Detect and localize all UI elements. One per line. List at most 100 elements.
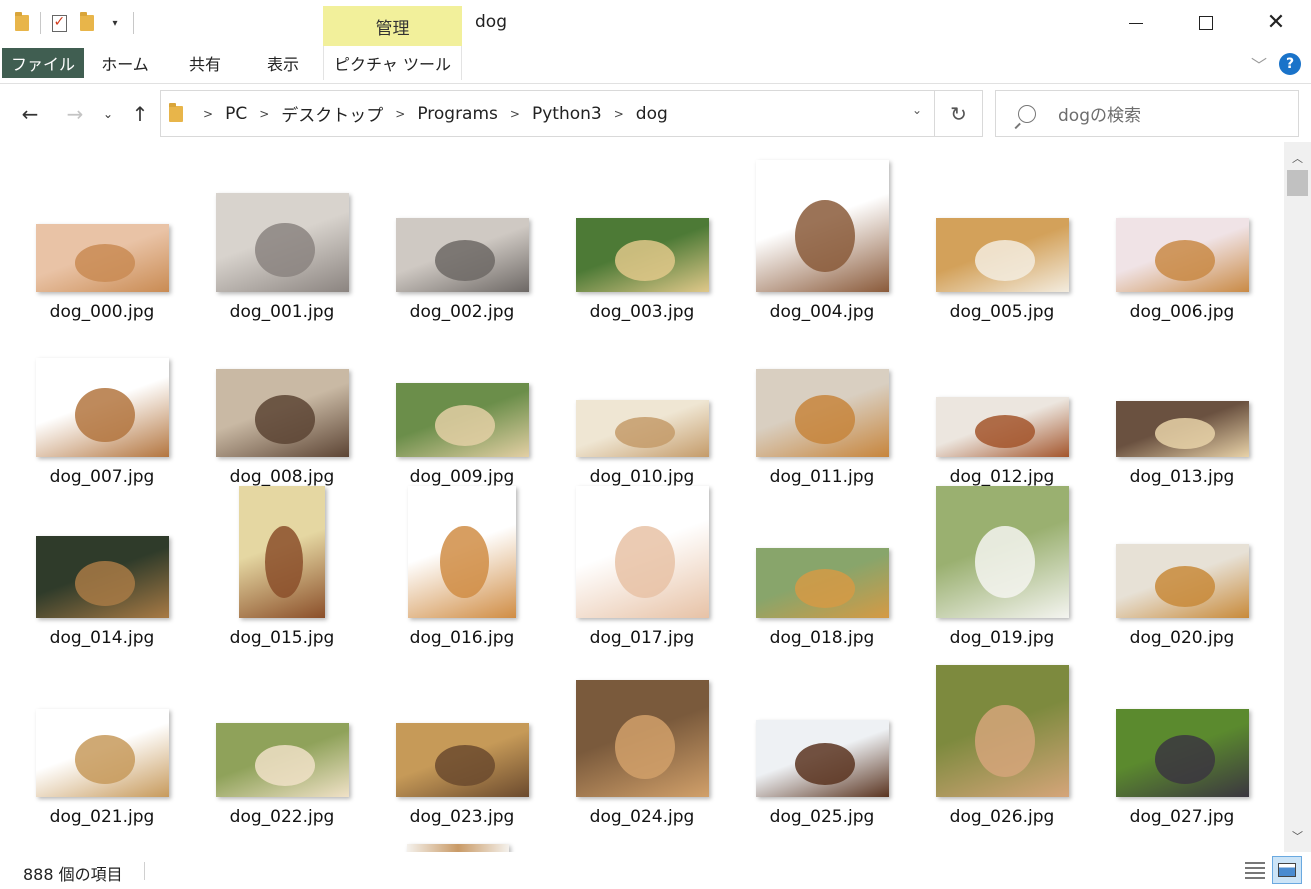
- thumbnail-image: [755, 720, 889, 797]
- breadcrumb-separator-icon[interactable]: >: [510, 107, 520, 121]
- vertical-scrollbar[interactable]: ︿ ﹀: [1284, 142, 1311, 852]
- tab-share[interactable]: 共有: [172, 46, 238, 80]
- file-item[interactable]: dog_021.jpg: [12, 663, 192, 827]
- file-item[interactable]: dog_018.jpg: [732, 484, 912, 648]
- file-name: dog_005.jpg: [949, 302, 1055, 322]
- tab-view[interactable]: 表示: [250, 46, 316, 80]
- file-name: dog_001.jpg: [229, 302, 335, 322]
- thumbnail-frame: [1092, 158, 1272, 292]
- breadcrumb-separator-icon[interactable]: >: [395, 107, 405, 121]
- minimize-button[interactable]: [1100, 0, 1172, 46]
- breadcrumb-separator-icon[interactable]: >: [259, 107, 269, 121]
- thumbnail-image: [35, 224, 169, 292]
- divider: [40, 12, 41, 34]
- thumbnail-frame: [732, 323, 912, 457]
- thumbnail-frame: [912, 484, 1092, 618]
- file-item[interactable]: dog_005.jpg: [912, 158, 1092, 322]
- thumbnail-frame: [552, 484, 732, 618]
- manage-tab[interactable]: 管理: [323, 6, 462, 46]
- thumbnail-image[interactable]: [407, 844, 509, 852]
- breadcrumb-dog[interactable]: dog: [636, 104, 668, 124]
- breadcrumb-pc[interactable]: PC: [225, 104, 247, 124]
- tab-home[interactable]: ホーム: [92, 46, 158, 80]
- thumbnail-image: [575, 218, 709, 292]
- thumbnail-frame: [1092, 484, 1272, 618]
- customize-toolbar-icon[interactable]: ▾: [101, 10, 129, 36]
- search-box[interactable]: dogの検索: [995, 90, 1299, 137]
- file-item[interactable]: dog_012.jpg: [912, 323, 1092, 487]
- address-bar[interactable]: > PC > デスクトップ > Programs > Python3 > dog…: [160, 90, 983, 137]
- thumbnail-frame: [192, 323, 372, 457]
- file-item[interactable]: dog_025.jpg: [732, 663, 912, 827]
- thumbnail-image: [575, 486, 709, 618]
- file-item[interactable]: dog_000.jpg: [12, 158, 192, 322]
- file-item[interactable]: dog_023.jpg: [372, 663, 552, 827]
- back-button[interactable]: ←: [15, 99, 45, 129]
- breadcrumb-separator-icon[interactable]: >: [614, 107, 624, 121]
- up-button[interactable]: ↑: [125, 99, 155, 129]
- maximize-icon: [1199, 16, 1213, 30]
- details-view-icon[interactable]: [1242, 857, 1268, 883]
- ribbon: ファイル ホーム 共有 表示 ピクチャ ツール ﹀ ?: [0, 46, 1311, 84]
- breadcrumb-desktop[interactable]: デスクトップ: [281, 101, 383, 126]
- thumbnail-image: [239, 486, 325, 618]
- scroll-up-icon[interactable]: ︿: [1284, 146, 1311, 170]
- file-item[interactable]: dog_024.jpg: [552, 663, 732, 827]
- expand-ribbon-icon[interactable]: ﹀: [1251, 52, 1267, 76]
- thumbnail-frame: [912, 663, 1092, 797]
- breadcrumb-python3[interactable]: Python3: [532, 104, 602, 124]
- refresh-button[interactable]: ↻: [934, 91, 982, 136]
- file-item[interactable]: dog_026.jpg: [912, 663, 1092, 827]
- file-name: dog_003.jpg: [589, 302, 695, 322]
- recent-locations-button[interactable]: ⌄: [95, 99, 121, 129]
- thumbnail-frame: [1092, 663, 1272, 797]
- breadcrumb-separator-icon[interactable]: >: [203, 107, 213, 121]
- help-icon[interactable]: ?: [1279, 53, 1301, 75]
- scrollbar-thumb[interactable]: [1287, 170, 1308, 196]
- thumbnail-frame: [372, 663, 552, 797]
- properties-icon[interactable]: [45, 10, 73, 36]
- file-name: dog_022.jpg: [229, 807, 335, 827]
- thumbnail-image: [215, 723, 349, 797]
- file-item[interactable]: dog_008.jpg: [192, 323, 372, 487]
- thumbnail-frame: [912, 323, 1092, 457]
- arrow-left-icon: ←: [21, 102, 39, 126]
- file-item[interactable]: dog_003.jpg: [552, 158, 732, 322]
- thumbnail-image: [1115, 218, 1249, 292]
- large-icons-view-icon[interactable]: [1272, 856, 1302, 884]
- folder-icon[interactable]: [8, 10, 36, 36]
- divider: [144, 862, 145, 880]
- file-name: dog_002.jpg: [409, 302, 515, 322]
- close-button[interactable]: ✕: [1240, 0, 1311, 46]
- tab-picture-tools[interactable]: ピクチャ ツール: [323, 46, 462, 80]
- breadcrumb-programs[interactable]: Programs: [417, 104, 498, 124]
- file-item[interactable]: dog_016.jpg: [372, 484, 552, 648]
- file-item[interactable]: dog_015.jpg: [192, 484, 372, 648]
- forward-button[interactable]: →: [60, 99, 90, 129]
- scroll-down-icon[interactable]: ﹀: [1284, 824, 1311, 848]
- file-name: dog_023.jpg: [409, 807, 515, 827]
- file-item[interactable]: dog_027.jpg: [1092, 663, 1272, 827]
- maximize-button[interactable]: [1170, 0, 1242, 46]
- arrow-up-icon: ↑: [131, 102, 149, 126]
- file-item[interactable]: dog_011.jpg: [732, 323, 912, 487]
- file-item[interactable]: dog_014.jpg: [12, 484, 192, 648]
- file-name: dog_004.jpg: [769, 302, 875, 322]
- file-item[interactable]: dog_019.jpg: [912, 484, 1092, 648]
- search-input[interactable]: dogの検索: [1058, 101, 1141, 126]
- address-history-icon[interactable]: ⌄: [912, 103, 922, 117]
- new-folder-icon[interactable]: [73, 10, 101, 36]
- file-item[interactable]: dog_004.jpg: [732, 158, 912, 322]
- file-item[interactable]: dog_022.jpg: [192, 663, 372, 827]
- file-item[interactable]: dog_001.jpg: [192, 158, 372, 322]
- tab-file[interactable]: ファイル: [2, 48, 84, 78]
- file-item[interactable]: dog_020.jpg: [1092, 484, 1272, 648]
- file-item[interactable]: dog_002.jpg: [372, 158, 552, 322]
- file-item[interactable]: dog_009.jpg: [372, 323, 552, 487]
- file-name: dog_021.jpg: [49, 807, 155, 827]
- file-item[interactable]: dog_007.jpg: [12, 323, 192, 487]
- file-item[interactable]: dog_013.jpg: [1092, 323, 1272, 487]
- file-item[interactable]: dog_010.jpg: [552, 323, 732, 487]
- file-item[interactable]: dog_017.jpg: [552, 484, 732, 648]
- file-item[interactable]: dog_006.jpg: [1092, 158, 1272, 322]
